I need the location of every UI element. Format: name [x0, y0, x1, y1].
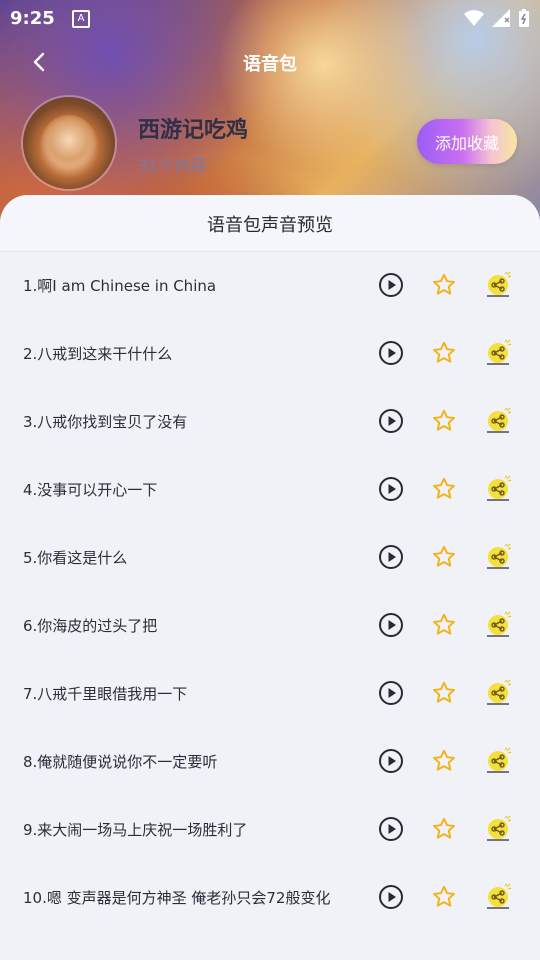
pack-avatar: [23, 97, 115, 189]
list-item: 8.俺就随便说说你不一定要听: [0, 727, 540, 795]
favorite-button[interactable]: [429, 610, 459, 640]
list-item-label: 1.啊I am Chinese in China: [23, 277, 217, 295]
play-button[interactable]: [376, 678, 406, 708]
share-icon: [487, 679, 512, 705]
wifi-icon: [464, 10, 484, 26]
play-icon: [379, 477, 403, 501]
favorite-button[interactable]: [429, 542, 459, 572]
pack-name: 西游记吃鸡: [138, 118, 249, 143]
list-item: 1.啊I am Chinese in China: [0, 251, 540, 319]
play-icon: [379, 681, 403, 705]
share-icon: [487, 883, 512, 909]
status-icons: [464, 8, 530, 28]
share-button[interactable]: [483, 882, 513, 912]
star-icon: [433, 817, 455, 839]
share-icon: [487, 339, 512, 365]
share-icon: [487, 271, 512, 297]
list-item-label: 3.八戒你找到宝贝了没有: [23, 413, 188, 431]
list-item: 2.八戒到这来干什什么: [0, 319, 540, 387]
favorite-button[interactable]: [429, 338, 459, 368]
play-button[interactable]: [376, 542, 406, 572]
list-item-label: 4.没事可以开心一下: [23, 481, 158, 499]
list-item: 3.八戒你找到宝贝了没有: [0, 387, 540, 455]
list-item-label: 10.嗯 变声器是何方神圣 俺老孙只会72般变化: [23, 889, 331, 907]
favorite-button[interactable]: [429, 270, 459, 300]
favorite-button[interactable]: [429, 678, 459, 708]
favorite-button[interactable]: [429, 474, 459, 504]
star-icon: [433, 477, 455, 499]
play-icon: [379, 341, 403, 365]
share-icon: [487, 543, 512, 569]
share-icon: [487, 611, 512, 637]
preview-sheet: 语音包声音预览 1.啊I am Chinese in China 2.八戒到这来干…: [0, 195, 540, 960]
preview-title: 语音包声音预览: [207, 215, 333, 236]
list-item: 4.没事可以开心一下: [0, 455, 540, 523]
favorite-button[interactable]: [429, 746, 459, 776]
share-button[interactable]: [483, 746, 513, 776]
star-icon: [433, 545, 455, 567]
share-button[interactable]: [483, 542, 513, 572]
share-icon: [487, 407, 512, 433]
play-button[interactable]: [376, 814, 406, 844]
status-time: 9:25: [10, 8, 55, 29]
play-button[interactable]: [376, 474, 406, 504]
star-icon: [433, 749, 455, 771]
list-item-label: 2.八戒到这来干什什么: [23, 345, 173, 363]
star-icon: [433, 613, 455, 635]
list-item: 5.你看这是什么: [0, 523, 540, 591]
share-button[interactable]: [483, 338, 513, 368]
play-button[interactable]: [376, 610, 406, 640]
play-icon: [379, 545, 403, 569]
list-item: 7.八戒千里眼借我用一下: [0, 659, 540, 727]
play-button[interactable]: [376, 270, 406, 300]
play-icon: [379, 817, 403, 841]
list-item-label: 8.俺就随便说说你不一定要听: [23, 753, 218, 771]
battery-icon: [519, 9, 529, 27]
play-icon: [379, 885, 403, 909]
page-title: 语音包: [243, 54, 297, 75]
signal-icon: [492, 9, 510, 27]
list-item-label: 5.你看这是什么: [23, 549, 128, 567]
share-button[interactable]: [483, 474, 513, 504]
share-icon: [487, 815, 512, 841]
list-item: 9.来大闹一场马上庆祝一场胜利了: [0, 795, 540, 863]
status-a-icon: A: [72, 10, 90, 28]
list-item-label: 9.来大闹一场马上庆祝一场胜利了: [23, 821, 248, 839]
list-item: 10.嗯 变声器是何方神圣 俺老孙只会72般变化: [0, 863, 540, 931]
play-button[interactable]: [376, 338, 406, 368]
share-button[interactable]: [483, 270, 513, 300]
list-item: 6.你海皮的过头了把: [0, 591, 540, 659]
favorite-button[interactable]: [429, 406, 459, 436]
star-icon: [433, 273, 455, 295]
share-button[interactable]: [483, 678, 513, 708]
status-bar: 9:25 A: [0, 0, 540, 36]
pack-count: 31个内容: [138, 156, 207, 175]
share-button[interactable]: [483, 814, 513, 844]
list-item-label: 6.你海皮的过头了把: [23, 617, 158, 635]
share-icon: [487, 475, 512, 501]
play-button[interactable]: [376, 406, 406, 436]
play-icon: [379, 273, 403, 297]
star-icon: [433, 681, 455, 703]
play-button[interactable]: [376, 882, 406, 912]
share-icon: [487, 747, 512, 773]
play-icon: [379, 613, 403, 637]
favorite-button[interactable]: [429, 814, 459, 844]
share-button[interactable]: [483, 610, 513, 640]
add-favorite-button[interactable]: 添加收藏: [417, 119, 517, 164]
play-icon: [379, 409, 403, 433]
play-button[interactable]: [376, 746, 406, 776]
favorite-button[interactable]: [429, 882, 459, 912]
voice-list: 1.啊I am Chinese in China 2.八戒到这来干什什么 3.八戒你…: [0, 251, 540, 931]
star-icon: [433, 341, 455, 363]
list-item-label: 7.八戒千里眼借我用一下: [23, 685, 188, 703]
preview-header: 语音包声音预览: [0, 195, 540, 251]
star-icon: [433, 885, 455, 907]
play-icon: [379, 749, 403, 773]
star-icon: [433, 409, 455, 431]
share-button[interactable]: [483, 406, 513, 436]
